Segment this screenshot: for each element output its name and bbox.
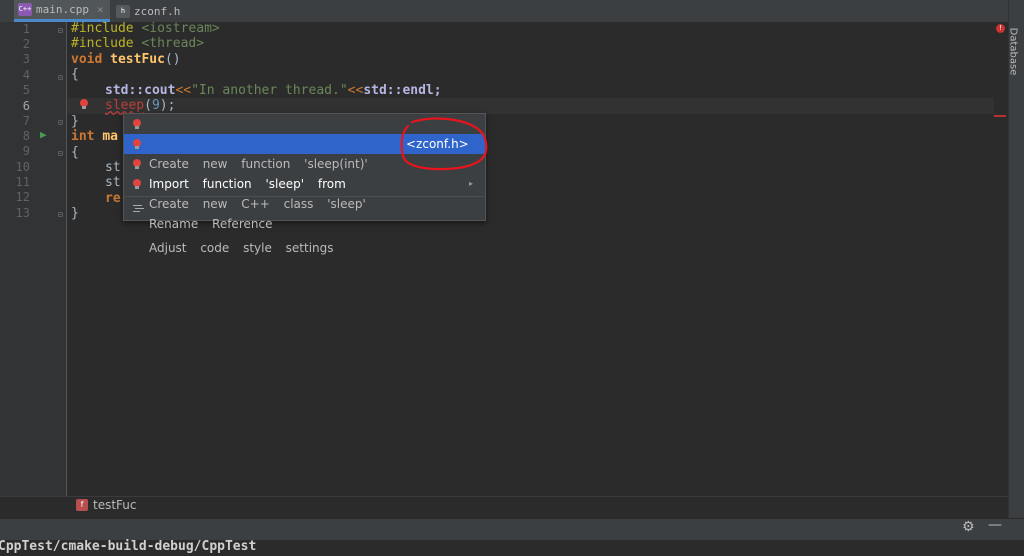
punctuation: ( [144,98,152,113]
include-target: <thread> [141,36,205,51]
keyword: int [71,129,103,144]
code-line-11[interactable]: st [105,175,121,191]
line-number: 13 [15,206,30,220]
code-line-7[interactable]: } [71,114,79,130]
menu-item-adjust-code-style[interactable]: Adjust code style settings [124,198,485,255]
settings-lines-icon [133,204,144,213]
line-number: 11 [15,175,30,189]
editor-tab-bar: C++ main.cpp × h zconf.h [0,0,1008,23]
identifier: std::endl; [363,83,442,98]
run-path-text: CppTest/cmake-build-debug/CppTest [0,539,257,554]
line-number: 8 [22,129,30,143]
line-number: 9 [22,144,30,158]
unresolved-symbol[interactable]: sleep [105,98,144,113]
line-number: 5 [22,83,30,97]
annotation-circle [400,117,488,171]
fold-marker-icon[interactable]: ⊟ [58,210,63,219]
code-line-13[interactable]: } [71,206,79,222]
code-line-8[interactable]: int ma [71,129,118,145]
close-tab-icon[interactable]: × [97,3,104,16]
fold-marker-icon[interactable]: ⊟ [58,149,63,158]
keyword: void [71,52,111,67]
directive: #include [71,36,142,51]
database-tool-button[interactable]: Database [1007,26,1024,80]
function-name: ma [102,129,118,144]
breadcrumb-bar [0,496,1008,517]
gear-icon[interactable]: ⚙ [962,519,975,535]
function-name: testFuc [110,52,165,67]
code-line-5[interactable]: std::cout<<"In another thread."<<std::en… [105,83,442,99]
line-number: 4 [22,68,30,82]
red-bulb-icon [133,139,141,149]
code-line-10[interactable]: st [105,160,121,176]
identifier: std::cout [105,83,176,98]
code-line-12[interactable]: re [105,191,121,207]
line-number: 2 [22,37,30,51]
punctuation: () [164,52,181,67]
number-literal: 9 [151,98,160,113]
string-literal: "In another thread." [191,83,348,98]
code-line-9[interactable]: { [71,145,79,161]
line-number-gutter: 1 2 3 4 5 6 7 8 9 10 11 12 13 ⊟ ⊟ ⊟ ⊟ ⊟ … [0,22,67,496]
function-icon: f [76,499,88,511]
fold-marker-icon[interactable]: ⊟ [58,26,63,35]
tab-main-cpp[interactable]: C++ main.cpp × [14,0,110,22]
code-line-2[interactable]: #include <thread> [71,36,204,52]
line-number: 6 [22,99,30,113]
error-stripe-marker[interactable] [994,115,1006,117]
punctuation: ); [159,98,176,113]
menu-separator [124,196,485,197]
tool-window-bar [0,518,1024,541]
directive: #include [71,21,142,36]
code-line-3[interactable]: void testFuc() [71,52,181,68]
red-bulb-icon [133,159,141,169]
red-bulb-icon [133,119,141,129]
line-number: 1 [22,22,30,36]
run-icon[interactable]: ▶ [40,128,47,141]
line-number: 3 [22,52,30,66]
fold-marker-icon[interactable]: ⊟ [58,118,63,127]
header-file-icon: h [116,4,130,18]
operator: << [347,83,364,98]
tab-zconf-h[interactable]: h zconf.h [112,0,192,22]
line-number: 12 [15,190,30,204]
menu-item-rename-reference[interactable]: Rename Reference ▸ [124,174,485,231]
code-line-1[interactable]: #include <iostream> [71,21,220,37]
intention-bulb-icon[interactable] [80,99,88,109]
code-line-4[interactable]: { [71,67,79,83]
database-label: Database [1007,27,1019,76]
current-line-highlight [67,98,994,114]
red-bulb-icon [133,179,141,189]
breadcrumb-function[interactable]: testFuc [93,498,137,512]
line-number: 7 [22,114,30,128]
tab-label: zconf.h [134,4,181,18]
code-line-6[interactable]: sleep(9); [105,98,175,114]
tab-label: main.cpp [36,3,89,16]
error-indicator-icon[interactable]: ! [996,24,1005,33]
include-target: <iostream> [141,21,220,36]
cpp-file-icon: C++ [18,3,32,16]
operator: << [175,83,192,98]
submenu-arrow-icon: ▸ [469,179,474,188]
fold-marker-icon[interactable]: ⊟ [58,73,63,82]
minimize-icon[interactable]: — [988,517,1002,533]
line-number: 10 [15,160,30,174]
menu-item-label: Adjust code style settings [149,241,334,255]
